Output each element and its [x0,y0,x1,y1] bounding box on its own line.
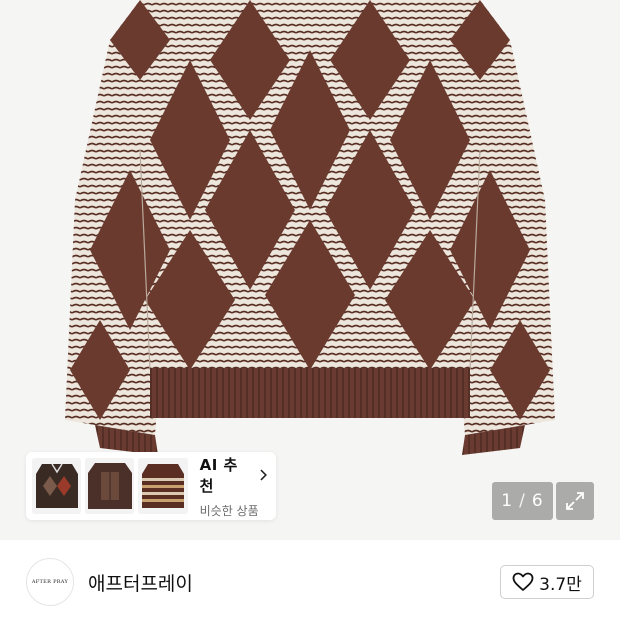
recommend-thumb-2[interactable] [85,458,135,514]
ai-recommend-title-row: AI 추천 [200,454,270,496]
pager-current: 1 [501,491,514,511]
brand-row: AFTER PRAY 애프터프레이 3.7만 [0,540,620,620]
gallery-pager: 1 / 6 [492,482,553,520]
ai-recommend-title: AI 추천 [199,455,238,495]
recommend-thumb-1[interactable] [32,458,82,514]
sweater-thumb-image [138,458,188,514]
sweater-thumb-image [85,458,135,514]
ai-recommend-card[interactable]: AI 추천 비슷한 상품 [26,452,276,520]
ai-recommend-subtitle: 비슷한 상품 [199,503,259,518]
expand-button[interactable] [556,482,594,520]
pager-separator: / [519,491,526,511]
sweater-thumb-image [32,458,82,514]
like-button[interactable]: 3.7만 [500,565,594,599]
pager-total: 6 [531,491,544,511]
recommend-thumb-3[interactable] [138,458,188,514]
ai-recommend-text: AI 추천 비슷한 상품 [200,454,270,519]
like-count: 3.7만 [539,574,582,595]
heart-outline-icon [512,572,534,591]
brand-logo[interactable]: AFTER PRAY [26,558,74,606]
chevron-right-icon [260,469,268,480]
expand-arrows-icon [566,492,584,510]
brand-name[interactable]: 애프터프레이 [88,569,193,596]
brand-logo-text: AFTER PRAY [31,579,69,585]
